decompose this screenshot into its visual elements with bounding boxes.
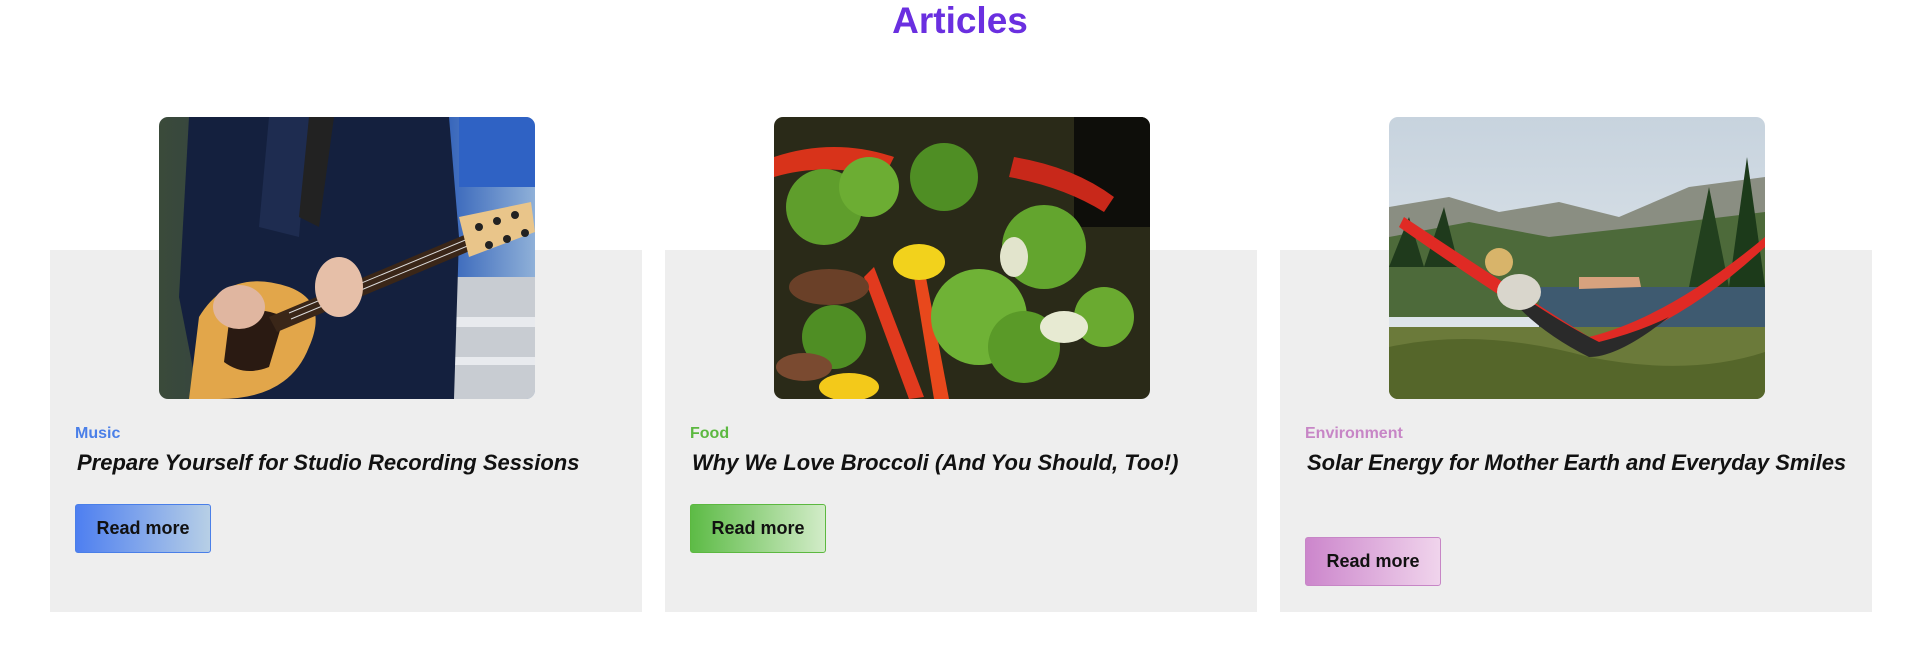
- article-category: Music: [75, 425, 121, 442]
- article-title: Solar Energy for Mother Earth and Everyd…: [1307, 450, 1847, 475]
- article-card-environment: Environment Solar Energy for Mother Eart…: [1280, 117, 1872, 612]
- read-more-button[interactable]: Read more: [75, 504, 211, 553]
- article-card-food: Food Why We Love Broccoli (And You Shoul…: [665, 117, 1257, 612]
- articles-list: Music Prepare Yourself for Studio Record…: [0, 0, 1920, 661]
- article-card-music: Music Prepare Yourself for Studio Record…: [50, 117, 642, 612]
- article-category: Food: [690, 425, 730, 442]
- article-title: Prepare Yourself for Studio Recording Se…: [77, 450, 580, 475]
- article-image-guitar: [159, 117, 535, 399]
- article-image-hammock: [1389, 117, 1765, 399]
- article-image-broccoli: [774, 117, 1150, 399]
- article-title: Why We Love Broccoli (And You Should, To…: [692, 450, 1179, 475]
- article-category: Environment: [1305, 425, 1403, 442]
- read-more-button[interactable]: Read more: [690, 504, 826, 553]
- read-more-button[interactable]: Read more: [1305, 537, 1441, 586]
